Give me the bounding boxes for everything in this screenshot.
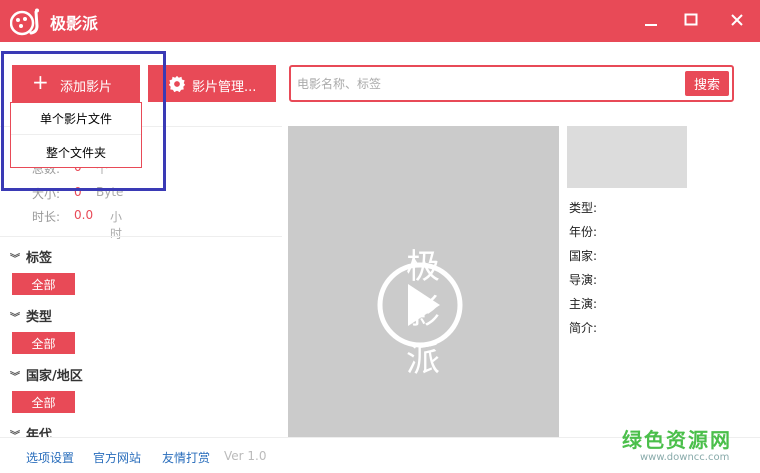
close-icon [731,14,743,26]
stat-size-label: 大小: [32,187,61,201]
detail-year-label: 年份: [569,225,598,239]
maximize-button[interactable] [676,6,706,34]
plus-icon: + [32,70,49,94]
menu-item-folder[interactable]: 整个文件夹 [11,136,141,168]
stat-size-unit: Byte [96,185,124,199]
minimize-button[interactable] [636,6,666,34]
stat-duration-label: 时长: [32,210,61,224]
filter-tags-all-button[interactable]: 全部 [12,273,75,295]
gear-icon [168,75,186,93]
stat-duration: 时长: 0.0 小时 [32,208,122,241]
donate-link[interactable]: 友情打赏 [162,449,210,466]
app-title: 极影派 [50,14,99,33]
stat-size-value: 0 [74,185,82,199]
add-movie-button[interactable]: + 添加影片 [12,65,140,102]
chevron-down-icon: ︾ [10,254,20,265]
stat-duration-value: 0.0 [74,208,94,222]
play-icon: 极 影 派 [377,247,463,380]
divider [0,236,282,237]
minimize-icon [645,24,657,26]
thumbnail-placeholder [567,126,687,188]
search-box: 搜索 [289,65,734,102]
filter-title: 国家/地区 [26,369,83,384]
logo-icon [10,8,39,36]
maximize-icon [684,13,698,26]
filter-title: 标签 [26,251,53,266]
filter-section-type[interactable]: ︾ 类型 [10,306,52,325]
detail-director-label: 导演: [569,273,598,287]
search-button[interactable]: 搜索 [685,71,729,96]
menu-item-single-file[interactable]: 单个影片文件 [11,103,141,135]
site-watermark-url: www.downcc.com [640,452,730,463]
filter-type-all-button[interactable]: 全部 [12,332,75,354]
version-label: Ver 1.0 [224,449,267,463]
stat-size: 大小: 0 Byte [32,185,123,202]
detail-country-label: 国家: [569,249,598,263]
movie-manage-button[interactable]: 影片管理... [148,65,276,102]
site-watermark-logo: 绿色资源网 [622,428,732,452]
add-movie-label: 添加影片 [60,80,113,95]
detail-summary-label: 简介: [569,321,598,335]
filter-section-country[interactable]: ︾ 国家/地区 [10,365,83,384]
poster-placeholder[interactable]: 极 影 派 [288,126,559,437]
search-input[interactable] [297,73,677,95]
chevron-down-icon: ︾ [10,372,20,383]
chevron-down-icon: ︾ [10,313,20,324]
title-bar: 极影派 [0,0,760,42]
add-movie-dropdown: 单个影片文件 整个文件夹 [10,102,142,168]
movie-manage-label: 影片管理... [192,80,257,95]
detail-type-label: 类型: [569,201,598,215]
filter-title: 类型 [26,310,53,325]
options-settings-link[interactable]: 选项设置 [26,449,74,466]
close-button[interactable] [722,6,752,34]
official-site-link[interactable]: 官方网站 [93,449,141,466]
filter-section-tags[interactable]: ︾ 标签 [10,247,52,266]
filter-country-all-button[interactable]: 全部 [12,391,75,413]
detail-cast-label: 主演: [569,297,598,311]
